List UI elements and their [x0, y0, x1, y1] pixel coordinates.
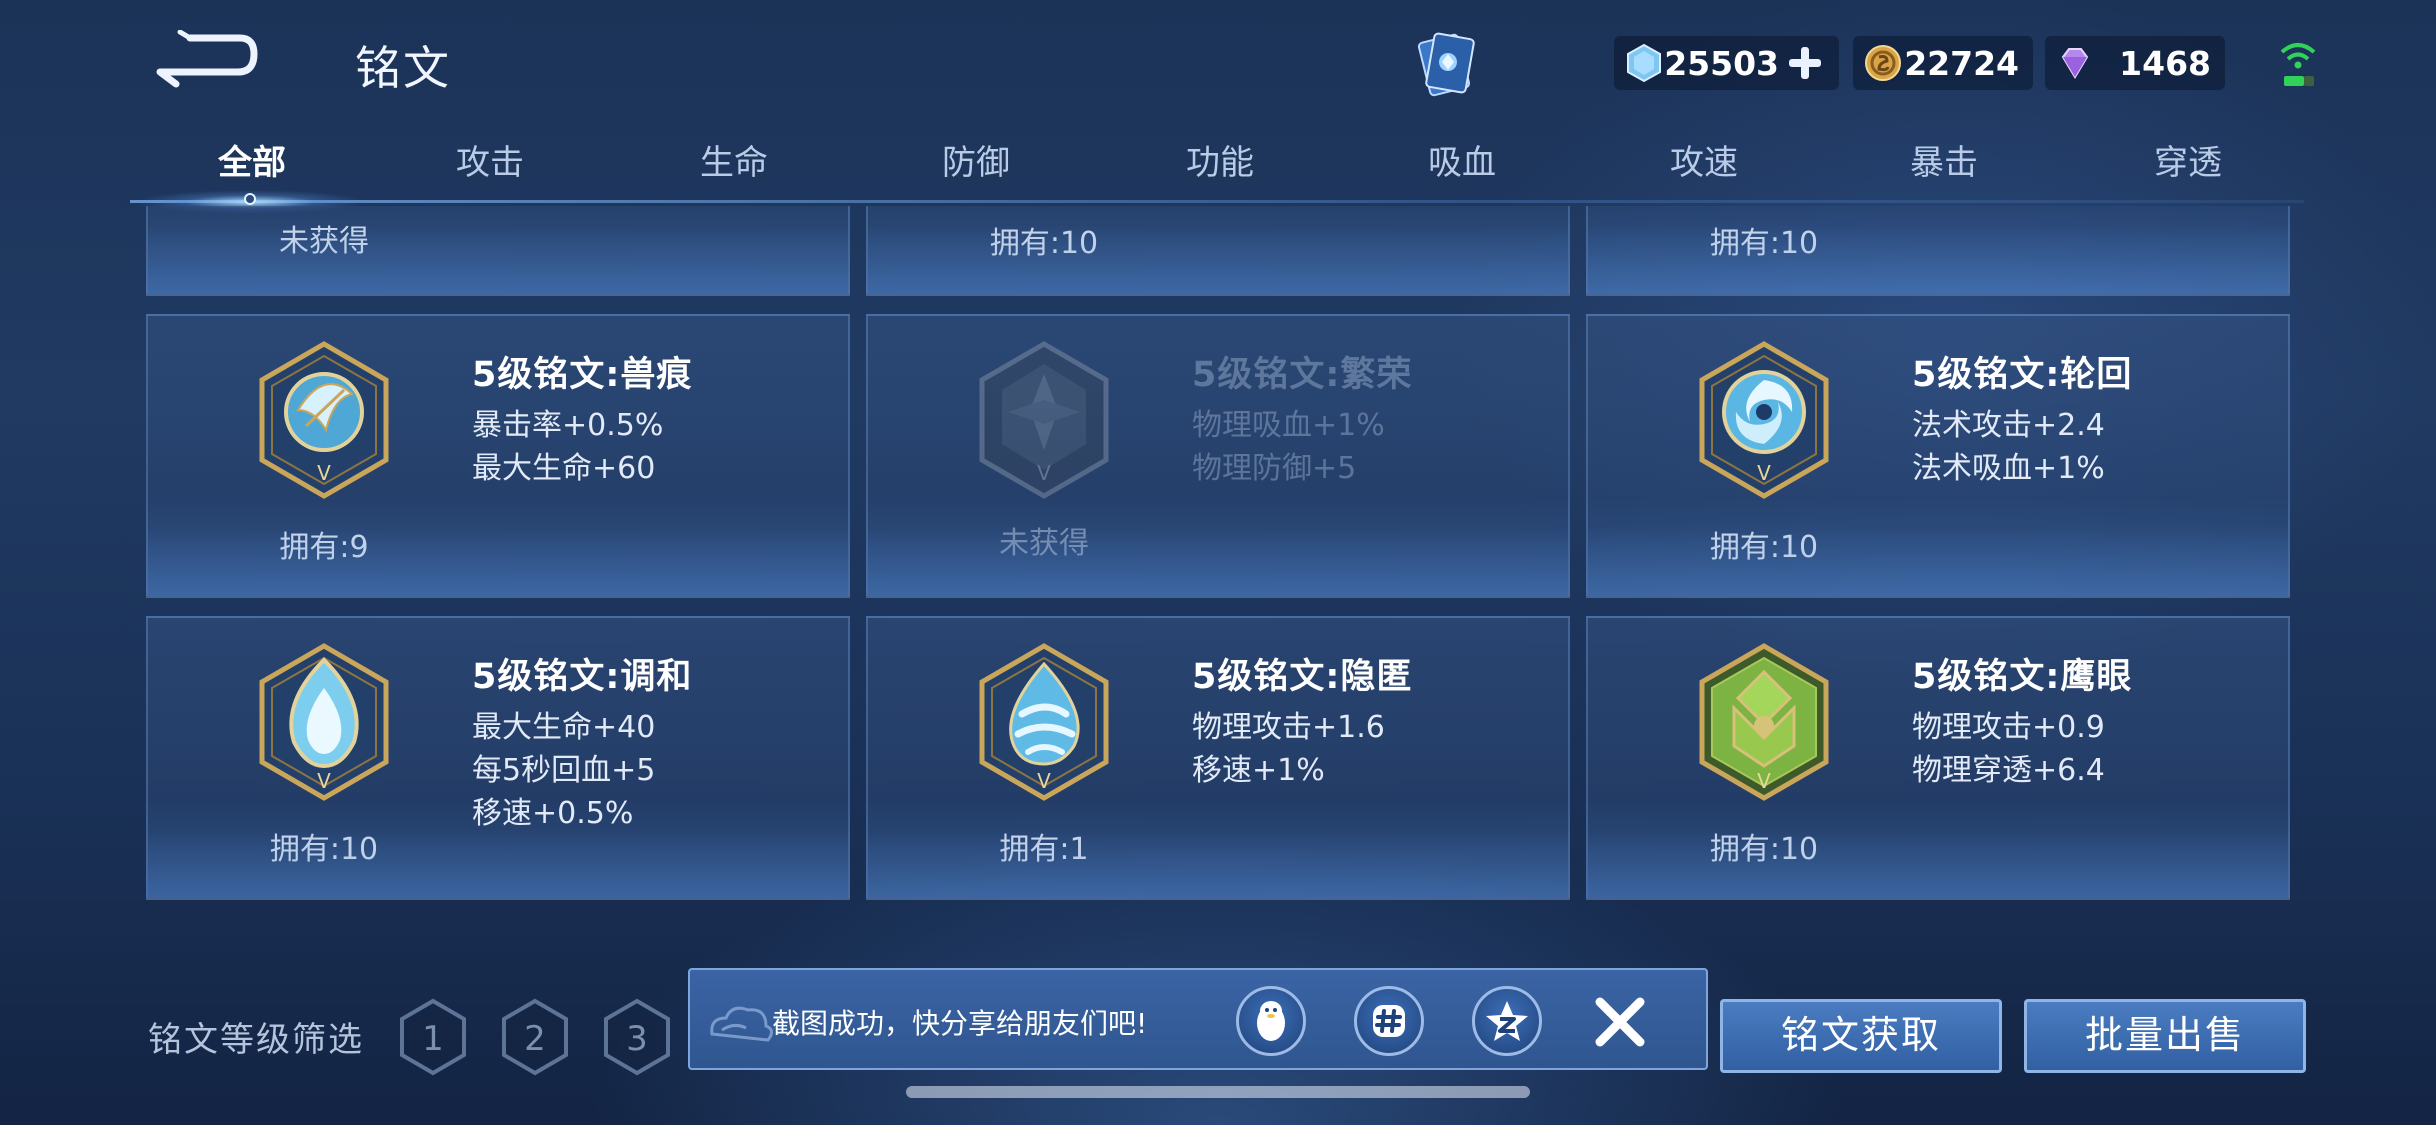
rune-owned-count: 拥有:10 [1709, 832, 1819, 867]
hashtag-icon [1373, 1005, 1405, 1037]
rune-shouhen-icon: V [259, 341, 389, 499]
svg-text:V: V [1037, 461, 1051, 485]
share-qq-button[interactable] [1236, 986, 1306, 1056]
qq-penguin-icon [1257, 1001, 1285, 1041]
bulk-sell-button[interactable]: 批量出售 [2024, 999, 2306, 1073]
back-arrow-icon[interactable] [150, 30, 260, 90]
rune-owned-count: 拥有:10 [269, 832, 379, 867]
gem-value: 1468 [2119, 43, 2211, 83]
level-filter-2[interactable]: 2 [500, 998, 570, 1076]
rune-acquire-button[interactable]: 铭文获取 [1720, 999, 2002, 1073]
rune-card[interactable]: V 5级铭文:轮回 法术攻击+2.4 法术吸血+1% 拥有:10 [1586, 314, 2290, 598]
level-filter-label: 铭文等级筛选 [148, 1020, 364, 1060]
category-tabs: 全部 攻击 生命 防御 功能 吸血 攻速 暴击 穿透 [130, 135, 2304, 205]
rune-list[interactable]: 未获得 拥有:10 拥有:10 V 5级铭文:兽痕 暴击率+0.5% 最大生命+… [140, 206, 2300, 936]
rune-owned-count: 拥有:1 [999, 832, 1089, 867]
svg-text:V: V [1037, 769, 1051, 793]
rune-fanrong-icon: V [979, 341, 1109, 499]
diamond-value: 25503 [1664, 43, 1779, 83]
rune-name: 5级铭文:轮回 [1912, 355, 2133, 395]
rune-owned-count: 拥有:10 [1709, 530, 1819, 565]
gold-balance: 22724 [1853, 36, 2033, 90]
add-diamond-icon[interactable] [1785, 43, 1825, 83]
rune-card[interactable]: V 5级铭文:调和 最大生命+40 每5秒回血+5 移速+0.5% 拥有:10 [146, 616, 850, 900]
tab-defense[interactable]: 防御 [886, 135, 1066, 191]
purple-gem-icon [2061, 48, 2089, 79]
tab-lifesteal[interactable]: 吸血 [1372, 135, 1552, 191]
rune-lunhui-icon: V [1699, 341, 1829, 499]
rune-stat: 物理攻击+0.9 [1912, 710, 2105, 745]
share-moments-button[interactable] [1354, 986, 1424, 1056]
tab-critical[interactable]: 暴击 [1854, 135, 2034, 191]
rune-card-partial[interactable]: 拥有:10 [1586, 206, 2290, 296]
rune-owned-count: 拥有:10 [1709, 226, 1819, 261]
level-filter-2-label: 2 [524, 1019, 546, 1059]
rune-stat: 物理防御+5 [1192, 451, 1357, 486]
diamond-balance: 25503 [1614, 36, 1839, 90]
rune-card-partial[interactable]: 拥有:10 [866, 206, 1570, 296]
rune-owned-count: 拥有:9 [279, 530, 369, 565]
share-qzone-button[interactable] [1472, 986, 1542, 1056]
level-filter-1-label: 1 [422, 1019, 444, 1059]
tab-utility[interactable]: 功能 [1130, 135, 1310, 191]
rune-card[interactable]: V 5级铭文:隐匿 物理攻击+1.6 移速+1% 拥有:1 [866, 616, 1570, 900]
rune-card[interactable]: V 5级铭文:兽痕 暴击率+0.5% 最大生命+60 拥有:9 [146, 314, 850, 598]
rune-stat: 暴击率+0.5% [472, 408, 664, 443]
tab-all[interactable]: 全部 [162, 135, 342, 191]
level-filter-3[interactable]: 3 [602, 998, 672, 1076]
rune-stat: 最大生命+40 [472, 710, 656, 745]
rune-name: 5级铭文:鹰眼 [1912, 657, 2133, 697]
wifi-signal-icon [2280, 43, 2316, 86]
rune-owned-count: 未获得 [999, 526, 1089, 561]
rune-stat: 物理穿透+6.4 [1912, 753, 2105, 788]
tab-attack-speed[interactable]: 攻速 [1614, 135, 1794, 191]
diamond-icon [1627, 43, 1661, 83]
rune-stat: 最大生命+60 [472, 451, 656, 486]
rune-name: 5级铭文:调和 [472, 657, 693, 697]
svg-text:V: V [1757, 461, 1771, 485]
level-filter-1[interactable]: 1 [398, 998, 468, 1076]
rune-name: 5级铭文:繁荣 [1192, 355, 1413, 395]
rune-owned-count: 未获得 [279, 224, 369, 259]
rune-stat: 每5秒回血+5 [472, 753, 656, 788]
screenshot-share-toast: 截图成功，快分享给朋友们吧! [688, 968, 1708, 1070]
cloud-decoration-icon [710, 1006, 773, 1042]
rune-stat: 法术吸血+1% [1912, 451, 2105, 486]
tab-penetration[interactable]: 穿透 [2098, 135, 2278, 191]
tab-health[interactable]: 生命 [644, 135, 824, 191]
tab-attack[interactable]: 攻击 [400, 135, 580, 191]
rune-name: 5级铭文:兽痕 [472, 355, 693, 395]
level-filter-3-label: 3 [626, 1019, 648, 1059]
rune-stat: 法术攻击+2.4 [1912, 408, 2105, 443]
gold-coin-icon [1865, 45, 1901, 81]
rune-card[interactable]: V 5级铭文:繁荣 物理吸血+1% 物理防御+5 未获得 [866, 314, 1570, 598]
rune-card-partial[interactable]: 未获得 [146, 206, 850, 296]
rune-name: 5级铭文:隐匿 [1192, 657, 1413, 697]
svg-text:V: V [1757, 769, 1771, 793]
rune-stat: 移速+1% [1192, 753, 1325, 788]
rune-tiaohe-icon: V [259, 643, 389, 801]
toast-message: 截图成功，快分享给朋友们吧! [772, 1007, 1148, 1040]
rune-yingyan-icon: V [1699, 643, 1829, 801]
rune-card[interactable]: V 5级铭文:鹰眼 物理攻击+0.9 物理穿透+6.4 拥有:10 [1586, 616, 2290, 900]
svg-text:V: V [317, 461, 331, 485]
gold-value: 22724 [1904, 43, 2019, 83]
svg-text:V: V [317, 769, 331, 793]
rune-stat: 物理吸血+1% [1192, 408, 1385, 443]
qzone-star-icon [1486, 1001, 1528, 1041]
rune-owned-count: 拥有:10 [989, 226, 1099, 261]
page-title: 铭文 [355, 41, 451, 95]
rune-stat: 物理攻击+1.6 [1192, 710, 1385, 745]
home-indicator[interactable] [906, 1086, 1530, 1098]
tab-underline [130, 200, 2304, 203]
gem-balance: 1468 [2045, 36, 2225, 90]
rune-pack-icon[interactable] [1408, 28, 1484, 104]
rune-yinni-icon: V [979, 643, 1109, 801]
active-tab-dot [244, 193, 256, 205]
rune-stat: 移速+0.5% [472, 796, 634, 831]
close-icon[interactable] [1590, 992, 1650, 1052]
